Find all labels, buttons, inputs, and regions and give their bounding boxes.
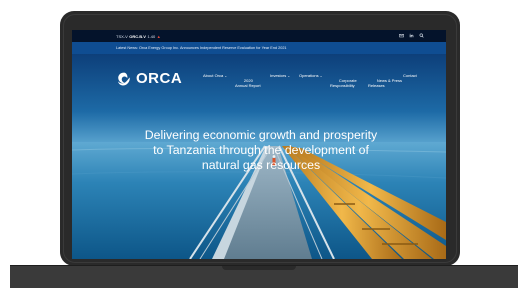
hero-headline: Delivering economic growth and prosperit… <box>127 128 395 173</box>
nav-annual-report[interactable]: 2020 Annual Report <box>235 73 261 93</box>
hero-headline-line-3: natural gas resources <box>201 158 321 172</box>
news-banner[interactable]: Latest News: Orca Energy Group Inc. Anno… <box>72 42 446 54</box>
nav-corporate-responsibility-label: Corporate Responsibility <box>330 78 357 88</box>
nav-operations-label: Operations <box>299 73 319 78</box>
top-bar: TSX-V ORC.B.V 1.40 ▲ <box>72 30 446 42</box>
hero-headline-line-1: Delivering economic growth and prosperit… <box>144 128 378 142</box>
linkedin-icon[interactable] <box>409 33 414 38</box>
chevron-down-icon: ⌄ <box>319 74 323 78</box>
chevron-down-icon: ⌄ <box>224 74 228 78</box>
ticker-price: 1.40 <box>147 33 156 39</box>
nav-about-orca-label: About Orca <box>203 73 224 78</box>
stock-ticker: TSX-V ORC.B.V 1.40 ▲ <box>116 34 161 39</box>
ticker-symbol: ORC.B.V <box>129 33 146 39</box>
news-banner-text[interactable]: Latest News: Orca Energy Group Inc. Anno… <box>116 46 287 50</box>
nav-about-orca[interactable]: About Orca⌄ <box>203 73 227 79</box>
ticker-exchange: TSX-V <box>116 33 128 39</box>
ticker-change: ▲ <box>156 33 161 39</box>
nav-corporate-responsibility[interactable]: Corporate Responsibility <box>330 73 357 93</box>
nav-contact[interactable]: Contact <box>403 73 417 78</box>
mail-icon[interactable] <box>399 33 404 38</box>
nav-news-press-label: News & Press Releases <box>368 78 403 88</box>
nav-annual-report-label: 2020 Annual Report <box>235 78 261 88</box>
hero-section: ORCA About Orca⌄ 2020 Annual Report Inve… <box>72 54 446 259</box>
chevron-down-icon: ⌄ <box>287 74 291 78</box>
nav-investors-label: Investors <box>270 73 287 78</box>
screen: TSX-V ORC.B.V 1.40 ▲ Latest News: Orca E… <box>72 30 446 259</box>
hero-headline-line-2: to Tanzania through the development of <box>153 143 369 157</box>
nav-contact-label: Contact <box>403 73 417 78</box>
laptop-notch <box>222 266 296 270</box>
nav-operations[interactable]: Operations⌄ <box>299 73 322 79</box>
nav-news-press[interactable]: News & Press Releases <box>368 73 402 93</box>
nav-investors[interactable]: Investors⌄ <box>270 73 290 79</box>
main-nav: About Orca⌄ 2020 Annual Report Investors… <box>72 71 446 91</box>
search-icon[interactable] <box>419 33 424 38</box>
